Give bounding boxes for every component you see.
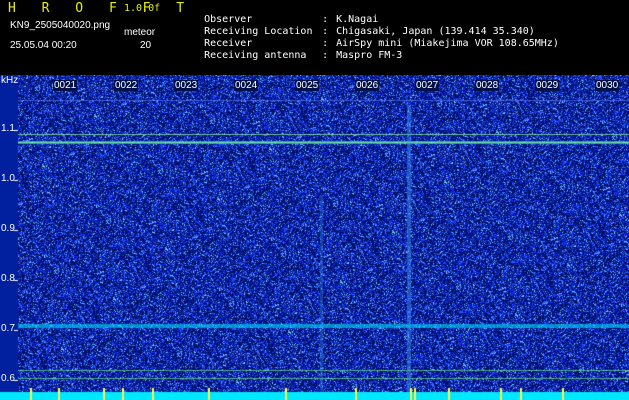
x-tick-label: 0029 <box>535 80 560 91</box>
y-tick-label: 1.0 <box>1 173 15 184</box>
meteor-count: 20 <box>140 40 152 51</box>
x-tick-label: 0026 <box>355 80 380 91</box>
x-tick-label: 0022 <box>114 80 139 91</box>
info-value: Maspro FM-3 <box>336 50 403 61</box>
x-tick-label: 0030 <box>595 80 620 91</box>
x-tick-label: 0025 <box>295 80 320 91</box>
y-tick-label: 0.6 <box>1 373 15 384</box>
meteor-label: meteor <box>124 27 156 38</box>
x-tick-label: 0024 <box>234 80 259 91</box>
y-tick-label: 0.7 <box>1 323 15 334</box>
filename-label: KN9_2505040020.png <box>10 20 111 31</box>
hrofft-window: H R O F F T 1.0.0f KN9_2505040020.png me… <box>0 0 629 400</box>
y-tick-label: 0.9 <box>1 223 15 234</box>
timestamp-label: 25.05.04 00:20 <box>10 40 77 51</box>
x-tick-label: 0028 <box>475 80 500 91</box>
info-label: Receiving antenna <box>204 50 307 61</box>
info-separator: : <box>322 50 329 61</box>
frequency-axis-unit: kHz <box>1 75 19 86</box>
spectrogram-canvas <box>0 75 629 400</box>
app-title: H R O F F T <box>8 1 194 16</box>
x-tick-label: 0021 <box>53 80 78 91</box>
version-label: 1.0.0f <box>124 3 161 14</box>
y-tick-label: 0.8 <box>1 273 15 284</box>
y-tick-label: 1.1 <box>1 123 15 134</box>
info-row-antenna: Receiving antenna: Maspro FM-3 <box>180 39 402 72</box>
x-tick-label: 0027 <box>415 80 440 91</box>
x-tick-label: 0023 <box>174 80 199 91</box>
